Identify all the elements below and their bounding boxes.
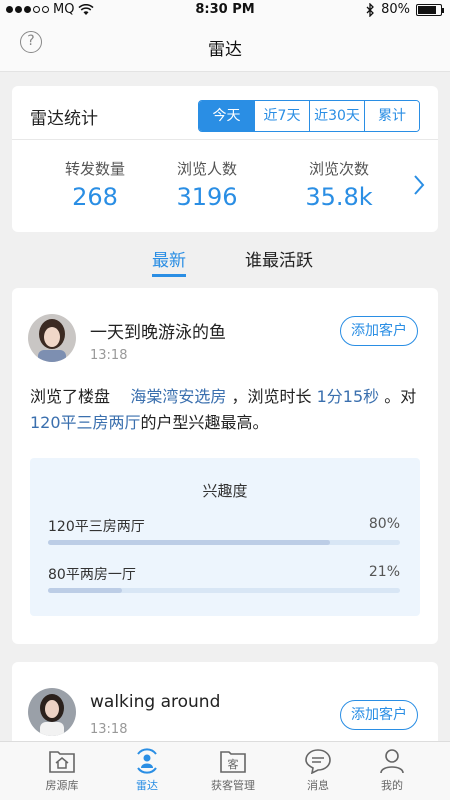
- interest-name: 120平三房两厅: [48, 519, 145, 535]
- tabbar-label: 房源库: [45, 779, 79, 792]
- tab-latest[interactable]: 最新: [152, 246, 186, 271]
- tab-most-active[interactable]: 谁最活跃: [245, 246, 313, 271]
- stat-forwards: 转发数量 268: [40, 158, 150, 211]
- activity-time: 13:18: [90, 348, 128, 363]
- period-segmented-control: 今天 近7天 近30天 累计: [198, 100, 420, 132]
- tabbar-item-customers[interactable]: 客 获客管理: [193, 748, 273, 793]
- bluetooth-icon: [366, 2, 375, 17]
- person-icon: [380, 749, 404, 774]
- interest-name: 80平两房一厅: [48, 567, 136, 583]
- interest-percent: 80%: [368, 516, 400, 532]
- message-bubble-icon: [305, 749, 331, 774]
- tabbar-label: 雷达: [136, 779, 158, 792]
- battery-icon: [416, 3, 444, 16]
- stats-row[interactable]: 转发数量 268 浏览人数 3196 浏览次数 35.8k: [12, 148, 438, 228]
- period-30days[interactable]: 近30天: [309, 101, 364, 131]
- avatar[interactable]: [28, 314, 76, 362]
- interest-track: [48, 588, 400, 593]
- feed-tabs: 最新 谁最活跃: [0, 246, 450, 277]
- add-customer-button[interactable]: 添加客户: [340, 316, 418, 346]
- desc-text: 的户型兴趣最高。: [140, 413, 269, 432]
- period-total[interactable]: 累计: [364, 101, 419, 131]
- tabbar-item-me[interactable]: 我的: [352, 748, 432, 793]
- activity-time: 13:18: [90, 722, 128, 737]
- activity-card: 一天到晚游泳的鱼 13:18 添加客户 浏览了楼盘 海棠湾安选房 ，浏览时长 1…: [12, 288, 438, 644]
- stat-visitors: 浏览人数 3196: [152, 158, 262, 211]
- stat-label: 浏览人数: [176, 160, 237, 178]
- avatar[interactable]: [28, 688, 76, 736]
- customer-folder-icon: 客: [220, 751, 246, 773]
- tabbar-label: 我的: [381, 779, 403, 792]
- house-folder-icon: [49, 751, 75, 773]
- duration-text: 1分15秒: [316, 387, 380, 406]
- tabbar-label: 消息: [307, 779, 329, 792]
- tabbar-item-listings[interactable]: 房源库: [22, 748, 102, 793]
- tabbar-label: 获客管理: [211, 779, 255, 792]
- stat-label: 浏览次数: [308, 160, 369, 178]
- period-7days[interactable]: 近7天: [254, 101, 309, 131]
- tabbar-item-radar[interactable]: 雷达: [107, 748, 187, 793]
- interest-panel: 兴趣度 120平三房两厅 80% 80平两房一厅 21%: [30, 458, 420, 616]
- stat-value: 268: [72, 183, 118, 211]
- activity-description: 浏览了楼盘 海棠湾安选房 ，浏览时长 1分15秒 。对 120平三房两厅的户型兴…: [30, 384, 426, 436]
- stats-header: 雷达统计 今天 近7天 近30天 累计: [12, 86, 438, 140]
- stat-views: 浏览次数 35.8k: [284, 158, 394, 211]
- desc-text: ，浏览时长: [231, 387, 312, 406]
- user-name: 一天到晚游泳的鱼: [90, 323, 226, 343]
- radar-person-icon: [137, 748, 157, 774]
- status-right: 80%: [366, 2, 444, 17]
- chevron-right-icon[interactable]: [412, 174, 426, 196]
- stats-title: 雷达统计: [30, 109, 98, 129]
- interest-percent: 21%: [368, 564, 400, 580]
- period-today[interactable]: 今天: [199, 101, 254, 131]
- interest-track: [48, 540, 400, 545]
- stat-value: 35.8k: [305, 183, 373, 211]
- status-bar: MQ 8:30 PM 80%: [0, 0, 450, 20]
- svg-text:客: 客: [228, 757, 239, 771]
- stat-value: 3196: [176, 183, 238, 211]
- tab-indicator: [152, 274, 186, 277]
- desc-text: 。对: [384, 387, 417, 406]
- bottom-tab-bar: 房源库 雷达 客 获客管理 消息 我的: [0, 741, 450, 800]
- battery-percent: 80%: [381, 2, 410, 17]
- tabbar-item-messages[interactable]: 消息: [278, 748, 358, 793]
- user-name: walking around: [90, 692, 221, 712]
- page-title: 雷达: [208, 40, 242, 60]
- stat-label: 转发数量: [64, 160, 125, 178]
- stats-card: 雷达统计 今天 近7天 近30天 累计 转发数量 268 浏览人数 3196 浏…: [12, 86, 438, 232]
- desc-text: 浏览了楼盘: [30, 387, 111, 406]
- nav-bar: ? 雷达: [0, 20, 450, 72]
- layout-link[interactable]: 120平三房两厅: [30, 413, 141, 432]
- interest-bar: [48, 588, 122, 593]
- building-link[interactable]: 海棠湾安选房: [130, 387, 226, 406]
- add-customer-button[interactable]: 添加客户: [340, 700, 418, 730]
- interest-title: 兴趣度: [202, 482, 248, 500]
- interest-bar: [48, 540, 330, 545]
